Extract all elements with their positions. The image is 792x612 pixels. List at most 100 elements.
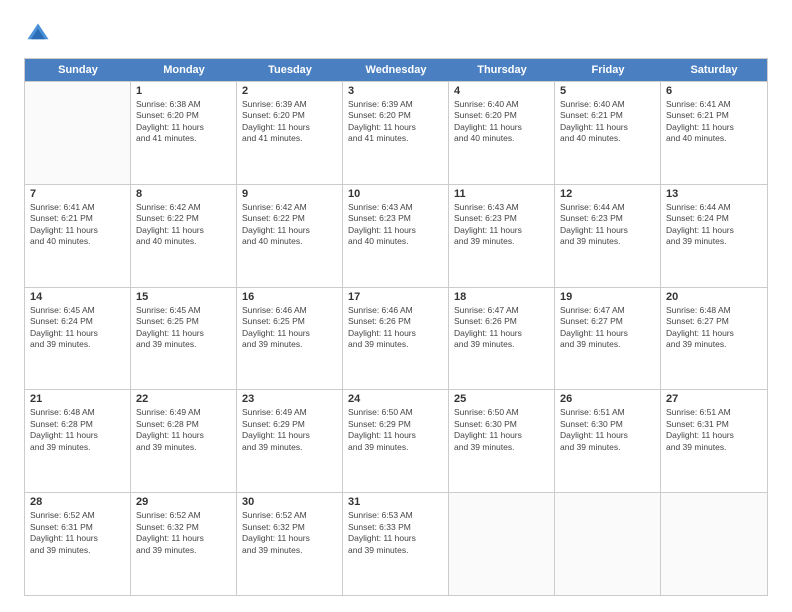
day-info: Sunrise: 6:50 AM Sunset: 6:29 PM Dayligh… xyxy=(348,407,443,453)
day-number: 9 xyxy=(242,188,337,200)
day-info: Sunrise: 6:51 AM Sunset: 6:30 PM Dayligh… xyxy=(560,407,655,453)
day-info: Sunrise: 6:45 AM Sunset: 6:25 PM Dayligh… xyxy=(136,305,231,351)
calendar-cell xyxy=(25,82,131,184)
calendar-cell: 21Sunrise: 6:48 AM Sunset: 6:28 PM Dayli… xyxy=(25,390,131,492)
calendar-cell: 4Sunrise: 6:40 AM Sunset: 6:20 PM Daylig… xyxy=(449,82,555,184)
day-info: Sunrise: 6:47 AM Sunset: 6:26 PM Dayligh… xyxy=(454,305,549,351)
day-number: 3 xyxy=(348,85,443,97)
day-info: Sunrise: 6:44 AM Sunset: 6:24 PM Dayligh… xyxy=(666,202,762,248)
day-info: Sunrise: 6:52 AM Sunset: 6:32 PM Dayligh… xyxy=(136,510,231,556)
day-number: 12 xyxy=(560,188,655,200)
day-number: 1 xyxy=(136,85,231,97)
day-number: 13 xyxy=(666,188,762,200)
calendar-cell: 18 Sunrise: 6:47 AM Sunset: 6:26 PM Dayli… xyxy=(449,288,555,390)
day-info: Sunrise: 6:41 AM Sunset: 6:21 PM Dayligh… xyxy=(30,202,125,248)
day-number: 29 xyxy=(136,496,231,508)
day-info: Sunrise: 6:46 AM Sunset: 6:26 PM Dayligh… xyxy=(348,305,443,351)
day-info: Sunrise: 6:40 AM Sunset: 6:21 PM Dayligh… xyxy=(560,99,655,145)
calendar-cell: 27Sunrise: 6:51 AM Sunset: 6:31 PM Dayli… xyxy=(661,390,767,492)
calendar-cell: 29 Sunrise: 6:52 AM Sunset: 6:32 PM Dayli… xyxy=(131,493,237,595)
calendar-cell xyxy=(449,493,555,595)
calendar-cell: 10 Sunrise: 6:43 AM Sunset: 6:23 PM Dayli… xyxy=(343,185,449,287)
day-number: 31 xyxy=(348,496,443,508)
day-number: 8 xyxy=(136,188,231,200)
calendar-cell: 2Sunrise: 6:39 AM Sunset: 6:20 PM Daylig… xyxy=(237,82,343,184)
page: SundayMondayTuesdayWednesdayThursdayFrid… xyxy=(0,0,792,612)
day-info: Sunrise: 6:48 AM Sunset: 6:27 PM Dayligh… xyxy=(666,305,762,351)
day-number: 20 xyxy=(666,291,762,303)
calendar-cell: 16 Sunrise: 6:46 AM Sunset: 6:25 PM Dayli… xyxy=(237,288,343,390)
day-number: 28 xyxy=(30,496,125,508)
day-info: Sunrise: 6:53 AM Sunset: 6:33 PM Dayligh… xyxy=(348,510,443,556)
calendar-cell: 6 Sunrise: 6:41 AM Sunset: 6:21 PM Daylig… xyxy=(661,82,767,184)
calendar-cell: 19Sunrise: 6:47 AM Sunset: 6:27 PM Dayli… xyxy=(555,288,661,390)
calendar-row-4: 21Sunrise: 6:48 AM Sunset: 6:28 PM Dayli… xyxy=(25,389,767,492)
logo xyxy=(24,20,56,48)
day-info: Sunrise: 6:47 AM Sunset: 6:27 PM Dayligh… xyxy=(560,305,655,351)
day-info: Sunrise: 6:42 AM Sunset: 6:22 PM Dayligh… xyxy=(136,202,231,248)
day-info: Sunrise: 6:46 AM Sunset: 6:25 PM Dayligh… xyxy=(242,305,337,351)
day-info: Sunrise: 6:52 AM Sunset: 6:31 PM Dayligh… xyxy=(30,510,125,556)
day-number: 25 xyxy=(454,393,549,405)
calendar-cell: 8 Sunrise: 6:42 AM Sunset: 6:22 PM Daylig… xyxy=(131,185,237,287)
day-number: 5 xyxy=(560,85,655,97)
day-number: 11 xyxy=(454,188,549,200)
calendar-cell: 24 Sunrise: 6:50 AM Sunset: 6:29 PM Dayli… xyxy=(343,390,449,492)
day-number: 17 xyxy=(348,291,443,303)
day-info: Sunrise: 6:45 AM Sunset: 6:24 PM Dayligh… xyxy=(30,305,125,351)
header-day-monday: Monday xyxy=(131,59,237,81)
calendar-cell: 13 Sunrise: 6:44 AM Sunset: 6:24 PM Dayli… xyxy=(661,185,767,287)
day-info: Sunrise: 6:39 AM Sunset: 6:20 PM Dayligh… xyxy=(348,99,443,145)
calendar-cell: 15Sunrise: 6:45 AM Sunset: 6:25 PM Dayli… xyxy=(131,288,237,390)
day-info: Sunrise: 6:49 AM Sunset: 6:29 PM Dayligh… xyxy=(242,407,337,453)
day-number: 26 xyxy=(560,393,655,405)
calendar-cell: 22Sunrise: 6:49 AM Sunset: 6:28 PM Dayli… xyxy=(131,390,237,492)
calendar-row-3: 14 Sunrise: 6:45 AM Sunset: 6:24 PM Dayli… xyxy=(25,287,767,390)
calendar-cell: 31 Sunrise: 6:53 AM Sunset: 6:33 PM Dayli… xyxy=(343,493,449,595)
day-number: 23 xyxy=(242,393,337,405)
day-info: Sunrise: 6:44 AM Sunset: 6:23 PM Dayligh… xyxy=(560,202,655,248)
calendar-cell: 17 Sunrise: 6:46 AM Sunset: 6:26 PM Dayli… xyxy=(343,288,449,390)
day-number: 10 xyxy=(348,188,443,200)
calendar-cell: 11 Sunrise: 6:43 AM Sunset: 6:23 PM Dayli… xyxy=(449,185,555,287)
calendar-cell xyxy=(555,493,661,595)
calendar-header: SundayMondayTuesdayWednesdayThursdayFrid… xyxy=(25,59,767,81)
calendar-cell: 5 Sunrise: 6:40 AM Sunset: 6:21 PM Daylig… xyxy=(555,82,661,184)
calendar-cell: 25Sunrise: 6:50 AM Sunset: 6:30 PM Dayli… xyxy=(449,390,555,492)
calendar-cell: 3 Sunrise: 6:39 AM Sunset: 6:20 PM Daylig… xyxy=(343,82,449,184)
logo-icon xyxy=(24,20,52,48)
calendar-cell: 7 Sunrise: 6:41 AM Sunset: 6:21 PM Daylig… xyxy=(25,185,131,287)
day-number: 14 xyxy=(30,291,125,303)
day-number: 27 xyxy=(666,393,762,405)
day-info: Sunrise: 6:43 AM Sunset: 6:23 PM Dayligh… xyxy=(454,202,549,248)
calendar-row-5: 28 Sunrise: 6:52 AM Sunset: 6:31 PM Dayli… xyxy=(25,492,767,595)
calendar-cell: 14 Sunrise: 6:45 AM Sunset: 6:24 PM Dayli… xyxy=(25,288,131,390)
calendar-cell: 20 Sunrise: 6:48 AM Sunset: 6:27 PM Dayli… xyxy=(661,288,767,390)
day-info: Sunrise: 6:41 AM Sunset: 6:21 PM Dayligh… xyxy=(666,99,762,145)
header-day-thursday: Thursday xyxy=(449,59,555,81)
header-day-friday: Friday xyxy=(555,59,661,81)
day-info: Sunrise: 6:48 AM Sunset: 6:28 PM Dayligh… xyxy=(30,407,125,453)
calendar-cell: 30Sunrise: 6:52 AM Sunset: 6:32 PM Dayli… xyxy=(237,493,343,595)
day-info: Sunrise: 6:43 AM Sunset: 6:23 PM Dayligh… xyxy=(348,202,443,248)
day-number: 30 xyxy=(242,496,337,508)
day-info: Sunrise: 6:49 AM Sunset: 6:28 PM Dayligh… xyxy=(136,407,231,453)
calendar-row-2: 7 Sunrise: 6:41 AM Sunset: 6:21 PM Daylig… xyxy=(25,184,767,287)
calendar-cell: 28 Sunrise: 6:52 AM Sunset: 6:31 PM Dayli… xyxy=(25,493,131,595)
day-number: 6 xyxy=(666,85,762,97)
day-number: 18 xyxy=(454,291,549,303)
calendar-cell: 26 Sunrise: 6:51 AM Sunset: 6:30 PM Dayli… xyxy=(555,390,661,492)
calendar-cell xyxy=(661,493,767,595)
calendar-cell: 23 Sunrise: 6:49 AM Sunset: 6:29 PM Dayli… xyxy=(237,390,343,492)
day-info: Sunrise: 6:38 AM Sunset: 6:20 PM Dayligh… xyxy=(136,99,231,145)
calendar-body: 1 Sunrise: 6:38 AM Sunset: 6:20 PM Daylig… xyxy=(25,81,767,595)
header-day-tuesday: Tuesday xyxy=(237,59,343,81)
calendar-row-1: 1 Sunrise: 6:38 AM Sunset: 6:20 PM Daylig… xyxy=(25,81,767,184)
day-number: 24 xyxy=(348,393,443,405)
day-number: 16 xyxy=(242,291,337,303)
calendar-cell: 12 Sunrise: 6:44 AM Sunset: 6:23 PM Dayli… xyxy=(555,185,661,287)
day-number: 7 xyxy=(30,188,125,200)
day-info: Sunrise: 6:42 AM Sunset: 6:22 PM Dayligh… xyxy=(242,202,337,248)
calendar-cell: 9 Sunrise: 6:42 AM Sunset: 6:22 PM Daylig… xyxy=(237,185,343,287)
day-info: Sunrise: 6:40 AM Sunset: 6:20 PM Dayligh… xyxy=(454,99,549,145)
